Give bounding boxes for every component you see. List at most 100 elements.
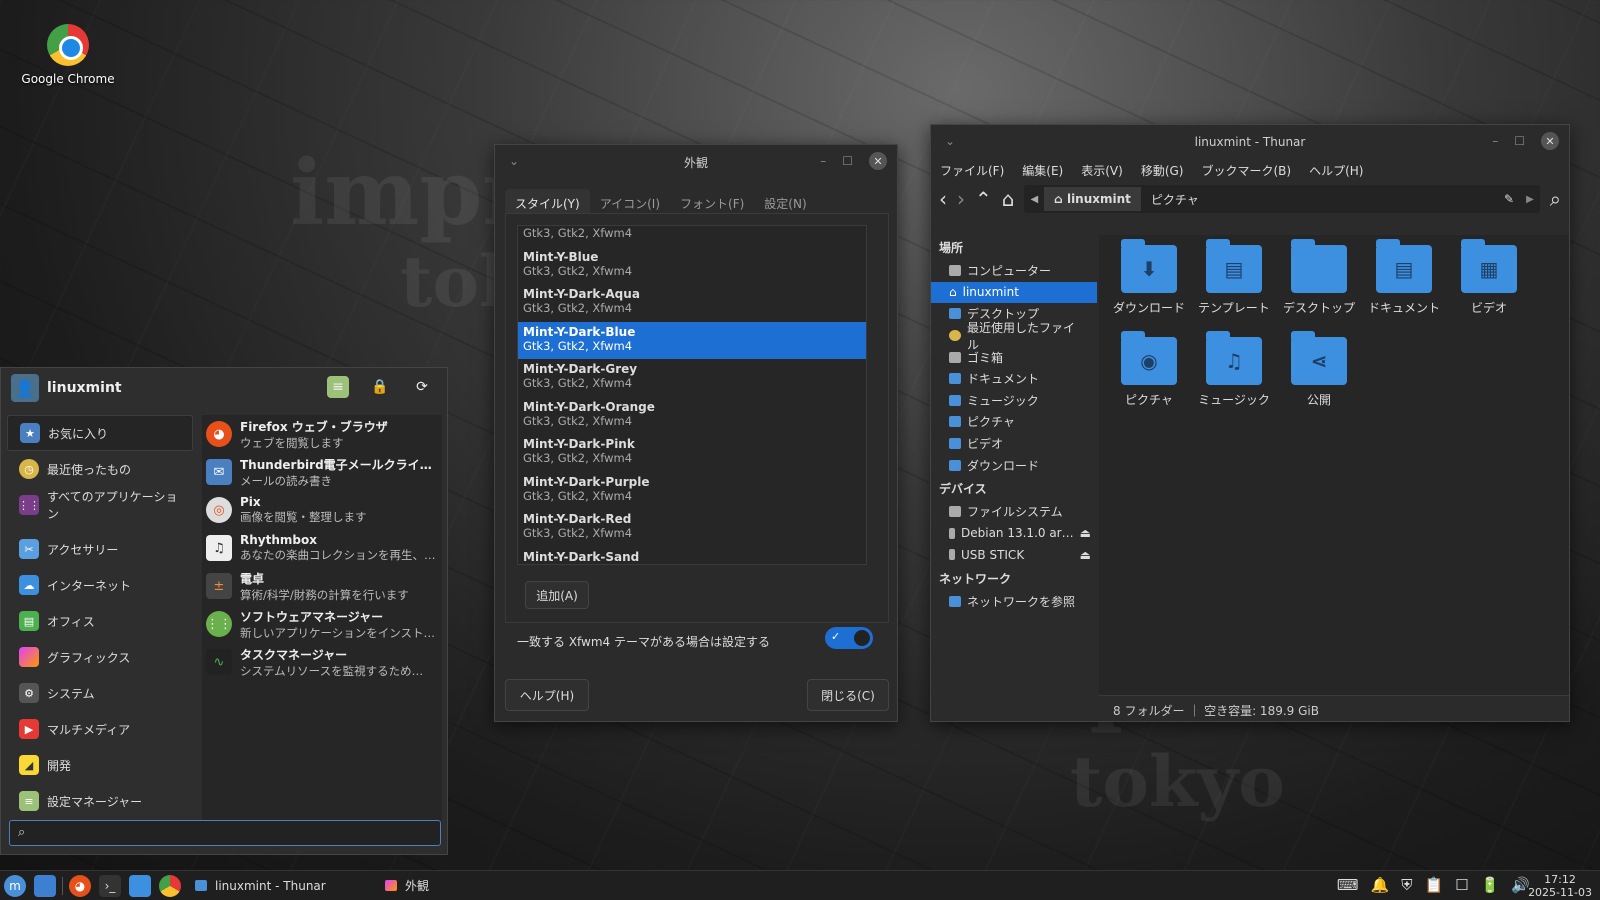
app-thunderbird[interactable]: ✉ Thunderbird電子メールクライア… メールの読み書き	[202, 453, 442, 491]
menu-view[interactable]: 表示(V)	[1081, 162, 1123, 179]
folder-item[interactable]: ⋖ 公開	[1279, 331, 1359, 408]
category-all[interactable]: ⋮⋮ すべてのアプリケーション	[7, 487, 193, 523]
theme-item[interactable]: Mint-Y-Dark-SandGtk3, Gtk2, Xfwm4	[518, 547, 866, 565]
theme-item[interactable]: Mint-Y-Dark-Grey Gtk3, Gtk2, Xfwm4	[518, 359, 866, 397]
forward-icon[interactable]: ›	[957, 187, 965, 211]
network-browse[interactable]: ネットワークを参照	[931, 591, 1097, 613]
eject-icon[interactable]: ⏏	[1080, 548, 1091, 562]
app-software-manager[interactable]: ⋮⋮ ソフトウェアマネージャー 新しいアプリケーションをインスト…	[202, 605, 442, 643]
place-home[interactable]: ⌂ linuxmint	[931, 281, 1097, 304]
window-icon[interactable]: ☐	[1455, 876, 1468, 894]
place-documents[interactable]: ドキュメント	[931, 368, 1097, 390]
close-button[interactable]: 閉じる(C)	[807, 679, 889, 711]
device-usb[interactable]: USB STICK ⏏	[931, 544, 1097, 566]
window-menu-icon[interactable]: ⌄	[509, 154, 519, 168]
path-left-icon[interactable]: ◀	[1024, 194, 1044, 205]
close-icon[interactable]: ✕	[869, 152, 887, 170]
add-theme-button[interactable]: 追加(A)	[525, 581, 589, 609]
maximize-icon[interactable]: ☐	[1514, 134, 1525, 148]
edit-path-icon[interactable]: ✎	[1498, 192, 1520, 206]
theme-list[interactable]: Mint-Y-AquaGtk3, Gtk2, Xfwm4Mint-Y-BlueG…	[517, 225, 867, 565]
terminal-icon[interactable]: ›_	[99, 874, 121, 897]
bell-icon[interactable]: 🔔	[1371, 876, 1390, 894]
theme-item[interactable]: Mint-Y-Dark-Purple Gtk3, Gtk2, Xfwm4	[518, 472, 866, 510]
up-icon[interactable]: ⌃	[975, 187, 992, 211]
app-rhythmbox[interactable]: ♫ Rhythmbox あなたの楽曲コレクションを再生、…	[202, 529, 442, 567]
folder-item[interactable]: ⬇ ダウンロード	[1109, 239, 1189, 316]
xfwm-match-toggle[interactable]: ✓	[825, 627, 873, 649]
theme-item[interactable]: Mint-Y-Dark-Pink Gtk3, Gtk2, Xfwm4	[518, 434, 866, 472]
folder-item[interactable]: デスクトップ	[1279, 239, 1359, 316]
appearance-titlebar[interactable]: ⌄ 外観 – ☐ ✕	[495, 145, 897, 179]
category-office[interactable]: ▤ オフィス	[7, 603, 193, 639]
category-system[interactable]: ⚙ システム	[7, 675, 193, 711]
crumb-pictures[interactable]: ピクチャ	[1141, 186, 1209, 213]
category-internet[interactable]: ☁ インターネット	[7, 567, 193, 603]
theme-item[interactable]: Mint-Y-Dark-Aqua Gtk3, Gtk2, Xfwm4	[518, 284, 866, 322]
place-recent[interactable]: 最近使用したファイル	[931, 321, 1097, 352]
chrome-icon[interactable]	[159, 874, 181, 897]
power-icon[interactable]: 🔋	[1481, 876, 1500, 894]
help-button[interactable]: ヘルプ(H)	[505, 679, 589, 711]
desktop-chrome-shortcut[interactable]: Google Chrome	[18, 24, 118, 86]
menu-file[interactable]: ファイル(F)	[940, 162, 1004, 179]
minimize-icon[interactable]: –	[820, 154, 826, 168]
show-desktop-icon[interactable]	[34, 874, 56, 897]
category-multimedia[interactable]: ▶ マルチメディア	[7, 711, 193, 747]
file-manager-icon[interactable]	[129, 874, 151, 897]
device-debian[interactable]: Debian 13.1.0 ar… ⏏	[931, 523, 1097, 545]
search-icon[interactable]: ⌕	[1550, 187, 1561, 211]
shield-icon[interactable]: ⛨	[1401, 876, 1412, 894]
app-calculator[interactable]: ± 電卓 算術/科学/財務の計算を行います	[202, 567, 442, 605]
place-videos[interactable]: ビデオ	[931, 433, 1097, 455]
place-pictures[interactable]: ピクチャ	[931, 411, 1097, 433]
place-music[interactable]: ミュージック	[931, 390, 1097, 412]
folder-item[interactable]: ▤ ドキュメント	[1364, 239, 1444, 316]
place-computer[interactable]: コンピューター	[931, 260, 1097, 282]
category-recent[interactable]: ◷ 最近使ったもの	[7, 451, 193, 487]
window-menu-icon[interactable]: ⌄	[945, 134, 955, 148]
place-downloads[interactable]: ダウンロード	[931, 454, 1097, 476]
folder-item[interactable]: ◉ ピクチャ	[1109, 331, 1189, 408]
device-filesystem[interactable]: ファイルシステム	[931, 501, 1097, 523]
app-task-manager[interactable]: ∿ タスクマネージャー システムリソースを監視するため…	[202, 643, 442, 681]
keyboard-icon[interactable]: ⌨	[1337, 876, 1359, 894]
menu-go[interactable]: 移動(G)	[1141, 162, 1184, 179]
mint-menu-icon[interactable]: m	[4, 874, 26, 897]
clipboard-icon[interactable]: 📋	[1424, 876, 1443, 894]
app-pix[interactable]: ◎ Pix 画像を閲覧・整理します	[202, 491, 442, 529]
category-development[interactable]: ◢ 開発	[7, 747, 193, 783]
logout-icon[interactable]: ⟳	[411, 376, 433, 398]
task-thunar[interactable]: linuxmint - Thunar	[185, 871, 375, 900]
minimize-icon[interactable]: –	[1492, 134, 1498, 148]
theme-item[interactable]: Mint-Y-Blue Gtk3, Gtk2, Xfwm4	[518, 247, 866, 285]
folder-item[interactable]: ♫ ミュージック	[1194, 331, 1274, 408]
theme-item[interactable]: Mint-Y-Dark-Blue Gtk3, Gtk2, Xfwm4	[518, 321, 866, 359]
menu-help[interactable]: ヘルプ(H)	[1309, 162, 1363, 179]
firefox-icon[interactable]: ◕	[69, 874, 91, 897]
thunar-titlebar[interactable]: ⌄ linuxmint - Thunar – ☐ ✕	[931, 125, 1569, 159]
menu-bookmarks[interactable]: ブックマーク(B)	[1201, 162, 1291, 179]
category-favorites[interactable]: ★ お気に入り	[7, 415, 193, 451]
lock-icon[interactable]: 🔒	[369, 376, 391, 398]
close-icon[interactable]: ✕	[1541, 132, 1559, 150]
crumb-home[interactable]: ⌂ linuxmint	[1044, 187, 1141, 211]
menu-search-input[interactable]: ⌕	[9, 820, 441, 846]
theme-item[interactable]: Mint-Y-Dark-Red Gtk3, Gtk2, Xfwm4	[518, 509, 866, 547]
menu-edit[interactable]: 編集(E)	[1022, 162, 1063, 179]
home-icon[interactable]: ⌂	[1002, 187, 1015, 211]
back-icon[interactable]: ‹	[939, 187, 947, 211]
category-accessories[interactable]: ✂ アクセサリー	[7, 531, 193, 567]
task-appearance[interactable]: 外観	[375, 871, 439, 900]
category-graphics[interactable]: グラフィックス	[7, 639, 193, 675]
theme-item[interactable]: Mint-Y-AquaGtk3, Gtk2, Xfwm4	[518, 226, 866, 247]
eject-icon[interactable]: ⏏	[1080, 526, 1091, 540]
clock[interactable]: 17:12 2025-11-03	[1528, 873, 1592, 899]
folder-item[interactable]: ▤ テンプレート	[1194, 239, 1274, 316]
path-right-icon[interactable]: ▶	[1520, 194, 1540, 205]
maximize-icon[interactable]: ☐	[842, 154, 853, 168]
folder-item[interactable]: ▦ ビデオ	[1449, 239, 1529, 316]
theme-item[interactable]: Mint-Y-Dark-Orange Gtk3, Gtk2, Xfwm4	[518, 397, 866, 435]
settings-manager-icon[interactable]: ≡	[327, 376, 349, 398]
category-settings[interactable]: ≡ 設定マネージャー	[7, 783, 193, 819]
